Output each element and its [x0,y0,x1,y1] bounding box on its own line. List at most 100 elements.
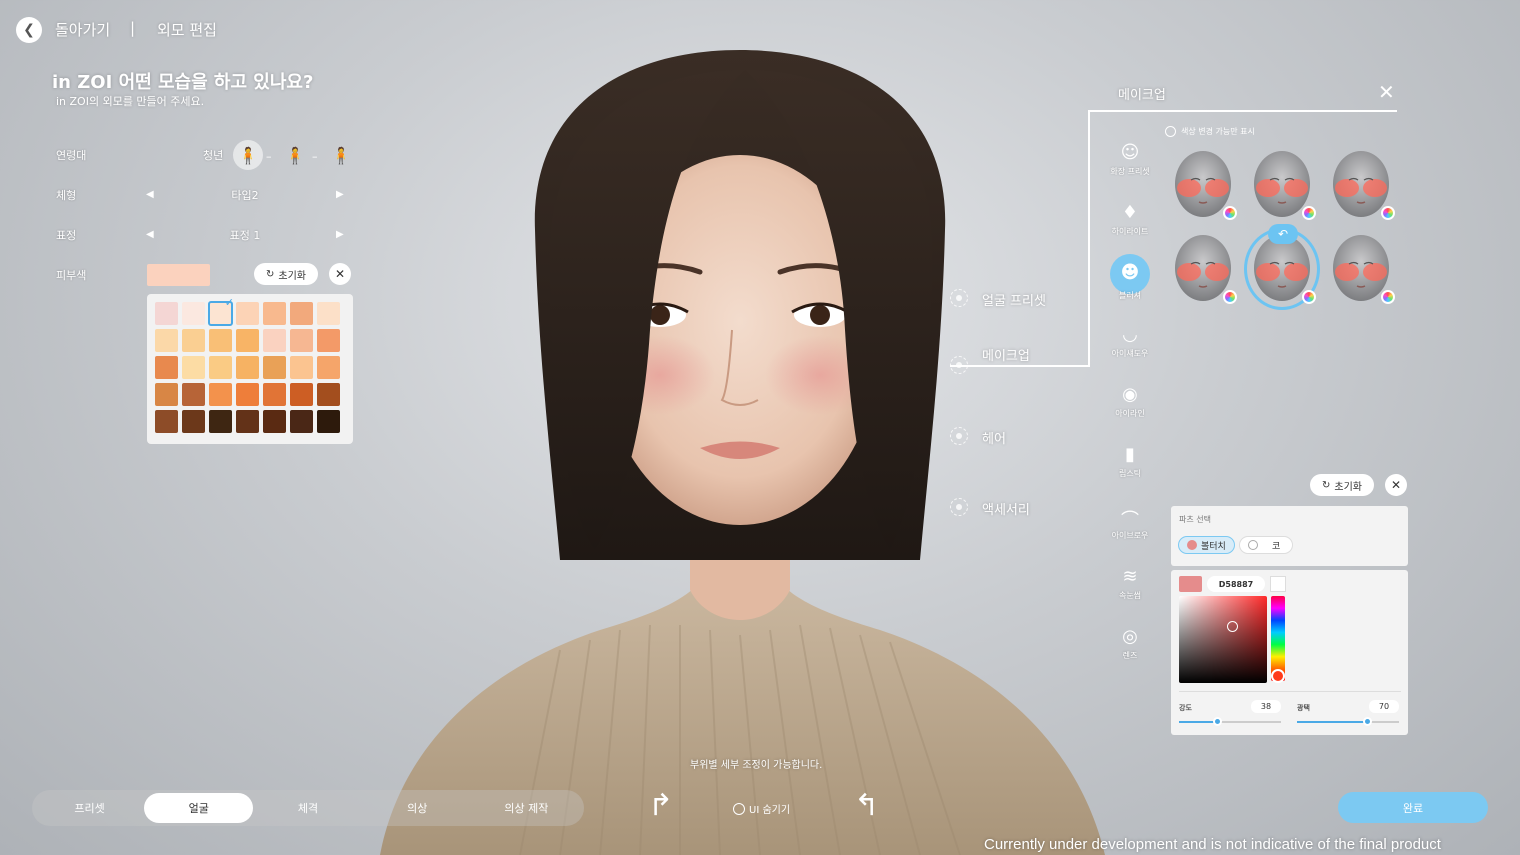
gloss-value[interactable]: 70 [1369,700,1399,713]
makeup-reset-close-button[interactable]: ✕ [1385,474,1407,496]
makeup-reset-button[interactable]: ↻ 초기화 [1310,474,1374,496]
skin-swatch[interactable] [317,383,340,406]
makeup-thumbnail[interactable] [1329,234,1395,304]
skin-swatch[interactable] [263,410,286,433]
category-hair-dot[interactable] [950,427,968,445]
sub-eyebrow[interactable]: ⌒ 아이브로우 [1105,506,1155,541]
skin-current-swatch[interactable] [147,264,210,286]
sub-lens[interactable]: ◎ 렌즈 [1105,626,1155,661]
color-filter-toggle[interactable]: 색상 변경 가능만 표시 [1165,126,1255,137]
tab-2[interactable]: 체격 [253,793,362,823]
skin-swatch[interactable] [263,329,286,352]
sub-eyeliner[interactable]: ◉ 아이라인 [1105,384,1155,419]
alpha-toggle[interactable] [1270,576,1286,592]
age-elder-icon[interactable]: 🧍 [326,140,356,170]
tab-1[interactable]: 얼굴 [144,793,254,823]
back-label[interactable]: 돌아가기 [55,19,110,40]
skin-close-button[interactable]: ✕ [329,263,351,285]
back-button[interactable]: ❮ [16,17,42,43]
makeup-thumbnail[interactable] [1171,234,1237,304]
skin-swatch[interactable] [290,356,313,379]
skin-swatch[interactable] [236,356,259,379]
skin-swatch[interactable] [182,383,205,406]
makeup-thumbnail[interactable] [1329,150,1395,220]
sub-face-preset[interactable]: ☺ 화장 프리셋 [1105,142,1155,177]
expression-prev-icon[interactable]: ◀ [146,229,154,240]
skin-swatch[interactable] [209,356,232,379]
skin-swatch[interactable] [317,410,340,433]
skin-swatch[interactable] [182,410,205,433]
category-hair[interactable]: 헤어 [982,428,1006,447]
gloss-slider[interactable] [1297,717,1399,726]
skin-swatch[interactable] [209,329,232,352]
sub-blusher[interactable]: ☻ 블러셔 [1105,262,1155,301]
skin-swatch[interactable] [290,410,313,433]
tab-0[interactable]: 프리셋 [35,793,144,823]
sub-eyelash[interactable]: ≋ 속눈썹 [1105,566,1155,601]
skin-swatch[interactable] [263,356,286,379]
part-chip-cheek[interactable]: 볼터치 [1178,536,1235,554]
age-young-icon[interactable]: 🧍 [233,140,263,170]
intensity-value[interactable]: 38 [1251,700,1281,713]
expression-next-icon[interactable]: ▶ [336,229,344,240]
skin-palette [147,294,353,444]
skin-swatch[interactable] [263,302,286,325]
hide-ui-toggle[interactable]: UI 숨기기 [733,801,790,816]
makeup-thumbnail[interactable] [1250,150,1316,220]
body-next-icon[interactable]: ▶ [336,189,344,200]
skin-swatch[interactable] [236,383,259,406]
age-adult-icon[interactable]: 🧍 [280,140,310,170]
skin-swatch[interactable] [182,302,205,325]
intensity-slider[interactable] [1179,717,1281,726]
saturation-handle[interactable] [1227,621,1238,632]
skin-reset-button[interactable]: ↻ 초기화 [254,263,318,285]
skin-swatch[interactable] [155,410,178,433]
rotate-left-icon[interactable]: ↱ [648,788,673,823]
tab-4[interactable]: 의상 제작 [472,793,581,823]
skin-swatch[interactable] [209,383,232,406]
color-filter-label: 색상 변경 가능만 표시 [1181,127,1255,136]
saturation-field[interactable] [1179,596,1267,683]
sub-lipstick[interactable]: ▮ 립스틱 [1105,444,1155,479]
tab-3[interactable]: 의상 [363,793,472,823]
body-prev-icon[interactable]: ◀ [146,189,154,200]
hue-handle[interactable] [1271,669,1285,683]
hue-slider[interactable] [1271,596,1285,683]
undo-icon[interactable]: ↶ [1268,224,1298,244]
part-chip-nose[interactable]: 코 [1239,536,1294,554]
skin-swatch[interactable] [208,296,234,326]
skin-swatch[interactable] [236,302,259,325]
skin-swatch[interactable] [155,329,178,352]
category-accessory-dot[interactable] [950,498,968,516]
hex-input[interactable]: D58887 [1207,576,1265,592]
skin-swatch[interactable] [155,302,178,325]
skin-swatch[interactable] [155,356,178,379]
done-button[interactable]: 완료 [1338,792,1488,823]
skin-swatch[interactable] [317,329,340,352]
makeup-thumbnail[interactable] [1171,150,1237,220]
character-render[interactable] [360,30,1120,855]
sub-highlight[interactable]: ♦ 하이라이트 [1105,202,1155,237]
rotate-right-icon[interactable]: ↰ [854,788,879,823]
skin-swatch[interactable] [236,410,259,433]
makeup-panel-close-icon[interactable]: ✕ [1378,80,1395,104]
skin-swatch[interactable] [182,329,205,352]
skin-swatch[interactable] [236,329,259,352]
category-face-preset[interactable]: 얼굴 프리셋 [982,290,1046,309]
skin-swatch[interactable] [317,356,340,379]
category-face-preset-dot[interactable] [950,289,968,307]
skin-swatch[interactable] [317,302,340,325]
makeup-thumbnail[interactable]: ↶ [1244,224,1320,310]
skin-swatch[interactable] [209,410,232,433]
skin-swatch[interactable] [263,383,286,406]
skin-swatch[interactable] [182,356,205,379]
sub-eyeshadow[interactable]: ◡ 아이섀도우 [1105,324,1155,359]
intensity-slider-thumb[interactable] [1212,717,1222,726]
skin-swatch[interactable] [290,329,313,352]
skin-swatch[interactable] [155,383,178,406]
skin-swatch[interactable] [290,383,313,406]
gloss-slider-thumb[interactable] [1363,717,1373,726]
skin-swatch[interactable] [290,302,313,325]
category-makeup[interactable]: 메이크업 [982,345,1030,364]
category-accessory[interactable]: 액세서리 [982,499,1030,518]
